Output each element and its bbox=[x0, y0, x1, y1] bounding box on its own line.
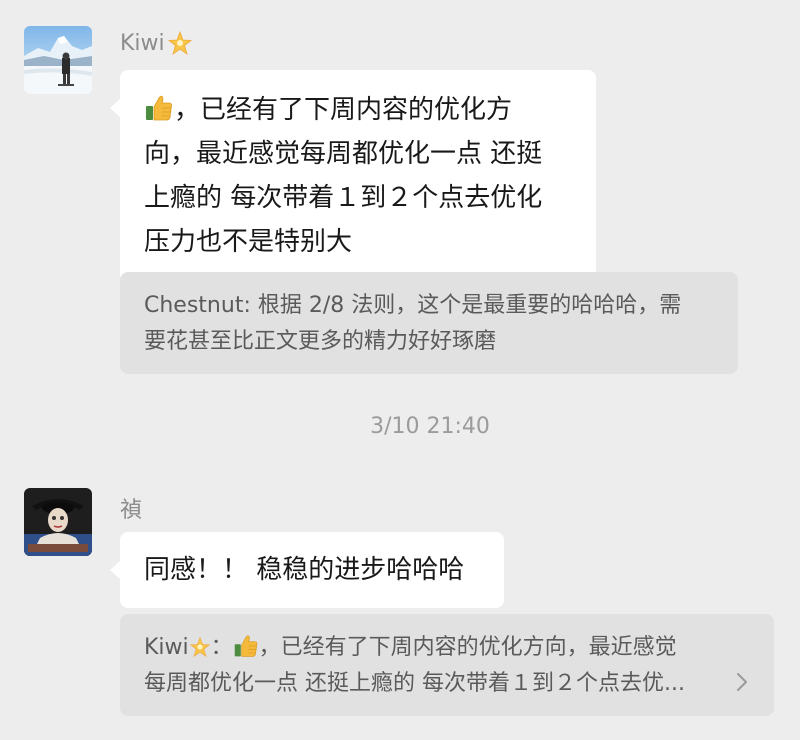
chat-timestamp: 3/10 21:40 bbox=[370, 414, 490, 439]
star-emoji-icon bbox=[189, 636, 211, 658]
sender-name-kiwi: Kiwi bbox=[120, 30, 193, 56]
kiwi-avatar-image bbox=[24, 26, 92, 94]
message-bubble-kiwi[interactable]: ，已经有了下周内容的优化方 向，最近感觉每周都优化一点 还挺 上瘾的 每次带着１… bbox=[110, 70, 596, 284]
sender-name-zhen: 禎 bbox=[120, 498, 143, 523]
message-bubble-zhen[interactable]: 同感！！ 稳稳的进步哈哈哈 bbox=[110, 532, 504, 608]
thumbs-up-emoji-icon bbox=[144, 93, 174, 123]
thumbs-up-emoji-icon bbox=[233, 633, 259, 659]
kiwi-avatar[interactable] bbox=[24, 26, 92, 94]
chevron-right-icon[interactable] bbox=[736, 672, 748, 692]
quoted-message-kiwi[interactable]: Kiwi：，已经有了下周内容的优化方向，最近感觉 每周都优化一点 还挺上瘾的 每… bbox=[120, 614, 774, 716]
star-emoji-icon bbox=[167, 30, 193, 56]
quoted-message-chestnut[interactable]: Chestnut: 根据 2/8 法则，这个是最重要的哈哈哈，需 要花甚至比正文… bbox=[120, 272, 738, 374]
zhen-avatar-image bbox=[24, 488, 92, 556]
zhen-avatar[interactable] bbox=[24, 488, 92, 556]
